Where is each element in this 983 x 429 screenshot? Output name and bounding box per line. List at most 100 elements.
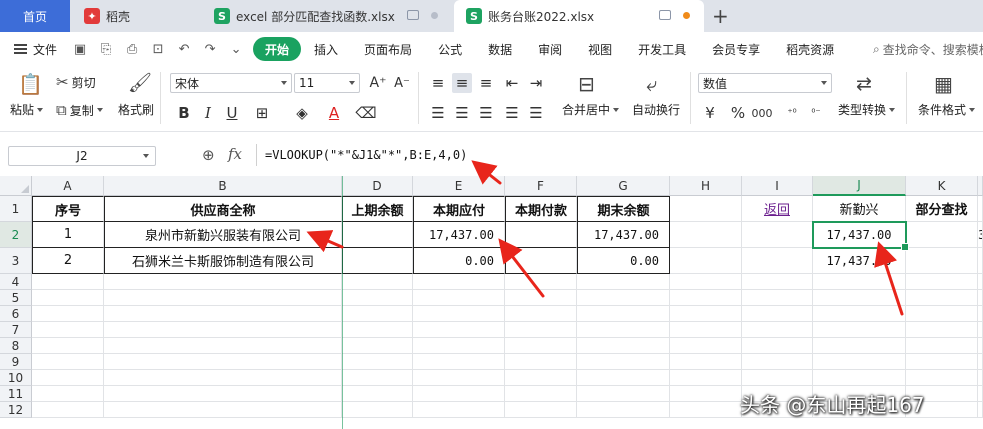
empty-cell[interactable] xyxy=(413,386,505,402)
empty-cell[interactable] xyxy=(413,354,505,370)
align-right-icon[interactable]: ☰ xyxy=(476,103,496,123)
tab-view[interactable]: 视图 xyxy=(575,37,625,61)
column-header-f[interactable]: F xyxy=(505,176,577,196)
empty-cell[interactable] xyxy=(670,354,742,370)
empty-cell[interactable] xyxy=(670,322,742,338)
thousands-icon[interactable]: 000 xyxy=(752,103,773,123)
empty-cell[interactable] xyxy=(32,274,104,290)
empty-cell[interactable] xyxy=(978,306,983,322)
tab-member[interactable]: 会员专享 xyxy=(699,37,773,61)
font-name-select[interactable]: 宋体 xyxy=(170,73,292,93)
tab-formulas[interactable]: 公式 xyxy=(425,37,475,61)
column-header-h[interactable]: H xyxy=(670,176,742,196)
empty-cell[interactable] xyxy=(104,306,342,322)
empty-cell[interactable] xyxy=(342,290,413,306)
empty-cell[interactable] xyxy=(505,274,577,290)
cell-h3[interactable] xyxy=(670,248,742,274)
empty-cell[interactable] xyxy=(906,354,978,370)
wrap-text-icon-button[interactable]: ⤶ xyxy=(646,72,660,96)
monitor-icon[interactable] xyxy=(407,10,419,20)
cell-h1[interactable] xyxy=(670,196,742,222)
tab-daoke-resources[interactable]: 稻壳资源 xyxy=(773,37,847,61)
tab-review[interactable]: 审阅 xyxy=(525,37,575,61)
empty-cell[interactable] xyxy=(505,322,577,338)
empty-cell[interactable] xyxy=(104,338,342,354)
font-size-select[interactable]: 11 xyxy=(294,73,360,93)
empty-cell[interactable] xyxy=(104,290,342,306)
empty-cell[interactable] xyxy=(742,354,813,370)
row-header-6[interactable]: 6 xyxy=(0,306,32,322)
row-header-7[interactable]: 7 xyxy=(0,322,32,338)
type-convert-icon-button[interactable]: ⇄ xyxy=(856,73,875,95)
currency-icon[interactable]: ¥ xyxy=(700,103,720,123)
empty-cell[interactable] xyxy=(670,274,742,290)
empty-cell[interactable] xyxy=(906,290,978,306)
partial-lookup-cell[interactable]: 部分查找 xyxy=(906,196,978,222)
fx-icon[interactable]: fx xyxy=(228,145,242,163)
lookup-key-cell[interactable]: 新勤兴 xyxy=(813,196,906,222)
cell-opening[interactable] xyxy=(342,222,413,248)
tab-start[interactable]: 开始 xyxy=(253,37,302,61)
row-header-4[interactable]: 4 xyxy=(0,274,32,290)
column-header-d[interactable]: D xyxy=(342,176,413,196)
empty-cell[interactable] xyxy=(577,386,670,402)
column-header-i[interactable]: I xyxy=(742,176,813,196)
cell-payable[interactable]: 0.00 xyxy=(413,248,505,274)
cond-format-icon-button[interactable]: ▦ xyxy=(934,72,956,96)
empty-cell[interactable] xyxy=(32,386,104,402)
empty-cell[interactable] xyxy=(505,370,577,386)
tab-insert[interactable]: 插入 xyxy=(301,37,351,61)
decrease-decimal-icon[interactable]: ⁰⁻ xyxy=(806,103,826,123)
cell-l2[interactable]: 3 xyxy=(978,222,983,248)
align-middle-icon[interactable]: ≡ xyxy=(452,73,472,93)
formula-input[interactable]: =VLOOKUP("*"&J1&"*",B:E,4,0) xyxy=(256,144,983,166)
empty-cell[interactable] xyxy=(32,402,104,418)
empty-cell[interactable] xyxy=(813,370,906,386)
empty-cell[interactable] xyxy=(32,306,104,322)
new-tab-plus-icon[interactable]: + xyxy=(712,4,729,28)
empty-cell[interactable] xyxy=(577,338,670,354)
return-link[interactable]: 返回 xyxy=(742,196,813,222)
cell-closing[interactable]: 0.00 xyxy=(577,248,670,274)
header-cell-supplier[interactable]: 供应商全称 xyxy=(104,196,342,222)
justify-icon[interactable]: ☰ xyxy=(502,103,522,123)
header-cell-opening[interactable]: 上期余额 xyxy=(342,196,413,222)
empty-cell[interactable] xyxy=(505,354,577,370)
file-menu[interactable]: 文件 xyxy=(14,41,57,58)
empty-cell[interactable] xyxy=(577,402,670,418)
empty-cell[interactable] xyxy=(670,386,742,402)
empty-cell[interactable] xyxy=(413,306,505,322)
row-header-8[interactable]: 8 xyxy=(0,338,32,354)
lookup-result-j3[interactable]: 17,437.00 xyxy=(813,248,906,274)
align-center-icon[interactable]: ☰ xyxy=(452,103,472,123)
cell-l3[interactable] xyxy=(978,248,983,274)
fill-color-icon[interactable]: ◈ xyxy=(292,103,312,123)
tab-excel-partial-match[interactable]: S excel 部分匹配查找函数.xlsx xyxy=(202,0,452,32)
empty-cell[interactable] xyxy=(670,402,742,418)
redo-icon[interactable]: ↷ xyxy=(201,40,219,58)
empty-cell[interactable] xyxy=(906,338,978,354)
row-header-5[interactable]: 5 xyxy=(0,290,32,306)
column-header-e[interactable]: E xyxy=(413,176,505,196)
empty-cell[interactable] xyxy=(577,274,670,290)
header-cell-seq[interactable]: 序号 xyxy=(32,196,104,222)
distributed-icon[interactable]: ☰ xyxy=(526,103,546,123)
border-icon[interactable]: ⊞ xyxy=(252,103,272,123)
column-header-j[interactable]: J xyxy=(813,176,906,196)
type-convert-button[interactable]: 类型转换 xyxy=(838,101,896,118)
print-preview-icon[interactable]: ⊡ xyxy=(149,40,167,58)
cond-format-button[interactable]: 条件格式 xyxy=(918,101,976,118)
format-painter-button[interactable]: 🖌 xyxy=(128,71,155,94)
cell-opening[interactable] xyxy=(342,248,413,274)
empty-cell[interactable] xyxy=(104,386,342,402)
empty-cell[interactable] xyxy=(342,354,413,370)
cell-seq[interactable]: 1 xyxy=(32,222,104,248)
tab-data[interactable]: 数据 xyxy=(475,37,525,61)
empty-cell[interactable] xyxy=(670,338,742,354)
empty-cell[interactable] xyxy=(978,322,983,338)
wrap-text-button[interactable]: 自动换行 xyxy=(632,101,680,118)
cell-payable[interactable]: 17,437.00 xyxy=(413,222,505,248)
empty-cell[interactable] xyxy=(906,322,978,338)
empty-cell[interactable] xyxy=(32,338,104,354)
cell-paid[interactable] xyxy=(505,222,577,248)
